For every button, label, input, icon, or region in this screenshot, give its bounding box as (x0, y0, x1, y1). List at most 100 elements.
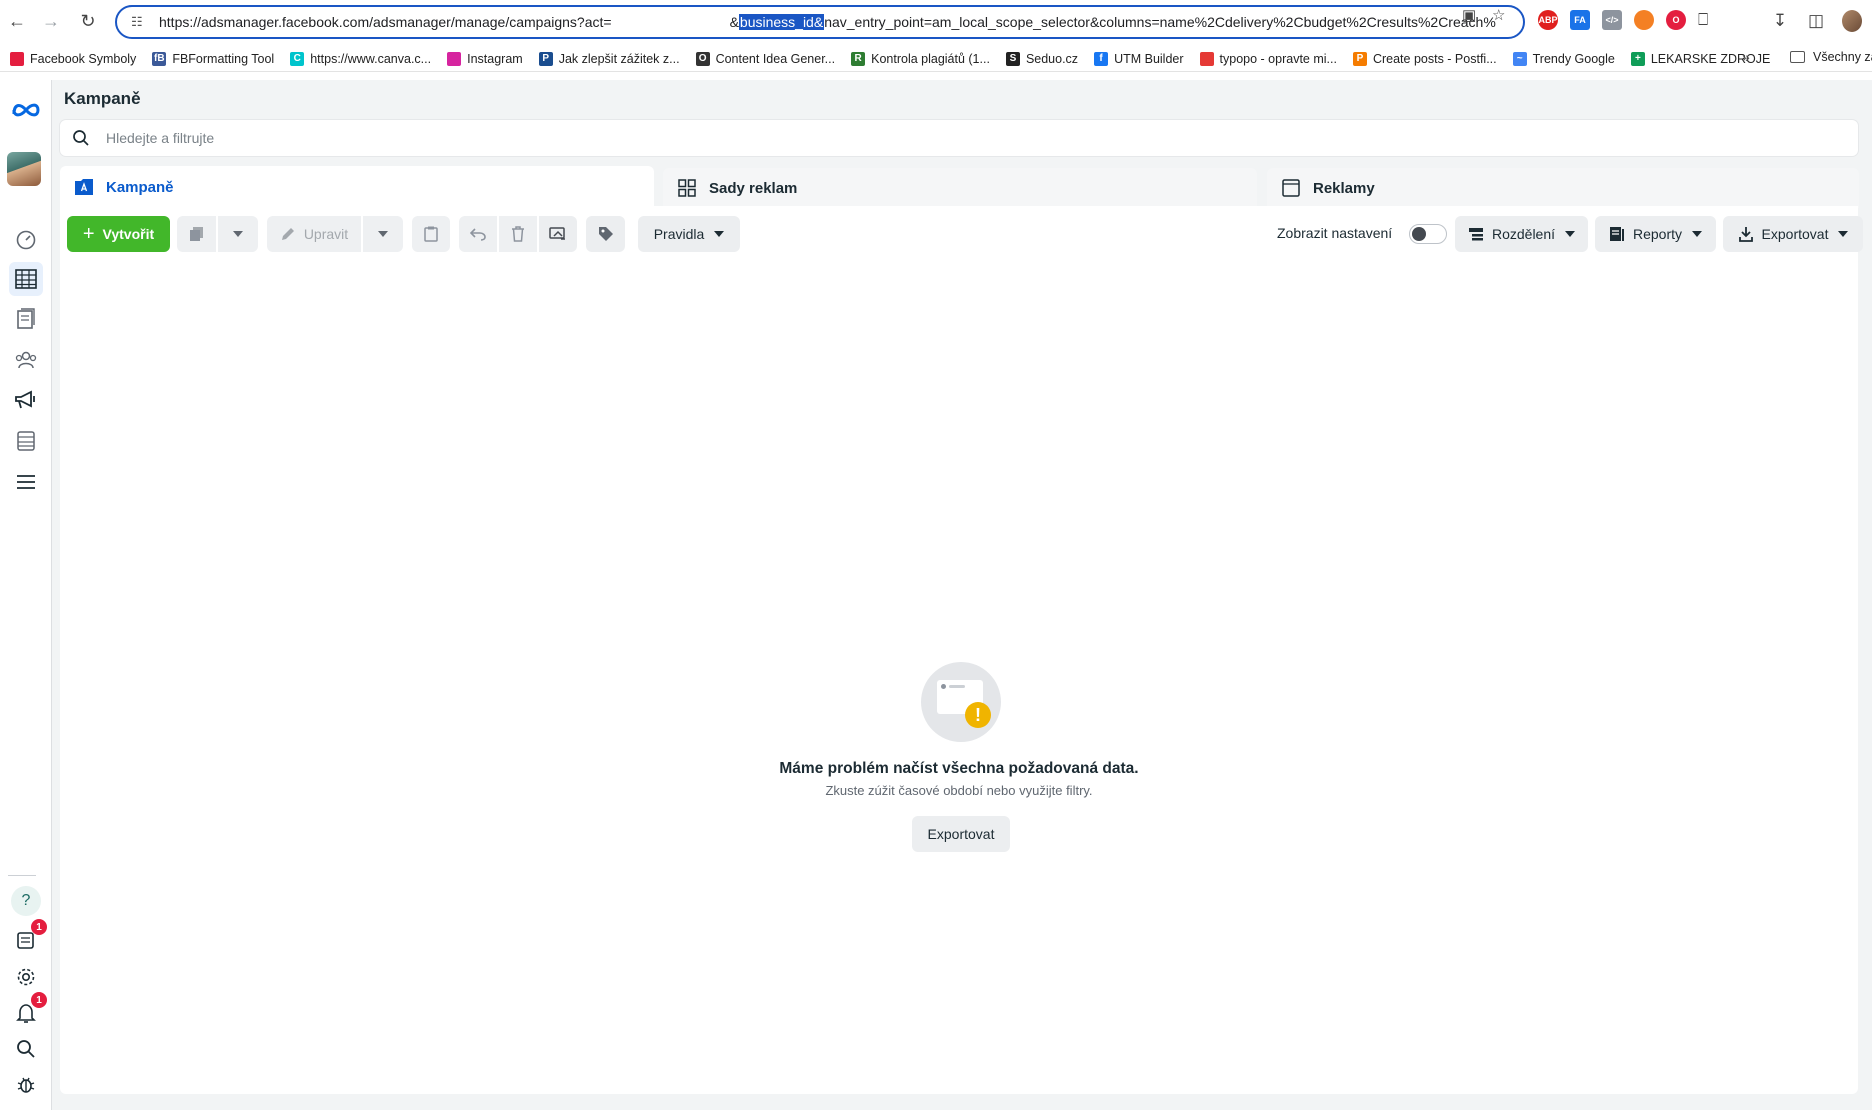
bell-icon[interactable]: 1 (9, 992, 47, 1030)
bookmark-favicon-icon: O (695, 51, 710, 66)
tab-ad-sets[interactable]: Sady reklam (663, 168, 1257, 208)
address-bar[interactable]: ☷ https://adsmanager.facebook.com/adsman… (115, 5, 1525, 39)
settings-gear-icon[interactable] (9, 960, 43, 994)
bookmark-favicon-icon: R (851, 51, 866, 66)
bookmark-item[interactable]: Chttps://www.canva.c... (290, 51, 432, 66)
account-avatar[interactable] (7, 152, 41, 186)
left-navigation: ? 1 1 (0, 80, 52, 1110)
bookmarks-bar: Facebook Symboly fB FBFormatting Tool Chttp… (0, 46, 1872, 72)
bookmark-label: typopo - opravte mi... (1219, 51, 1337, 66)
campaign-folder-icon (74, 177, 94, 197)
bookmark-favicon-icon: P (538, 51, 553, 66)
orange-extension-icon[interactable] (1634, 10, 1654, 30)
side-panel-icon[interactable]: ◫ (1806, 11, 1826, 31)
fa-extension-icon[interactable]: FA (1570, 10, 1590, 30)
adblock-extension-icon[interactable]: ABP (1538, 10, 1558, 30)
audiences-icon[interactable] (9, 343, 43, 377)
tab-ads-label: Reklamy (1313, 179, 1375, 197)
bookmark-favicon-icon: f (1094, 51, 1109, 66)
browser-toolbar: ← → ↻ ☷ https://adsmanager.facebook.com/… (0, 0, 1872, 43)
download-icon[interactable]: ↧ (1770, 11, 1790, 31)
bookmark-item[interactable]: fB FBFormatting Tool (152, 51, 274, 66)
notifications-badge: 1 (31, 919, 47, 935)
bookmark-label: UTM Builder (1114, 51, 1184, 66)
bookmark-favicon-icon (10, 51, 24, 66)
documents-icon[interactable] (9, 302, 43, 336)
notifications-list-icon[interactable]: 1 (9, 919, 47, 957)
bookmark-item[interactable]: Instagram (447, 51, 523, 66)
alerts-badge: 1 (31, 992, 47, 1008)
overview-icon[interactable] (9, 222, 43, 256)
bookmark-favicon-icon: C (290, 51, 305, 66)
opera-extension-icon[interactable]: O (1666, 10, 1686, 30)
search-input[interactable] (106, 130, 1706, 146)
bookmark-favicon-icon: fB (152, 51, 167, 66)
bookmark-item[interactable]: S Seduo.cz (1005, 51, 1079, 66)
search-icon (73, 130, 89, 146)
error-illustration-icon: ! (921, 662, 1001, 742)
tab-ad-sets-label: Sady reklam (709, 179, 798, 197)
empty-state-subtitle: Zkuste zúžit časové období nebo využijte… (825, 783, 1093, 798)
extensions-puzzle-icon[interactable]: ⎕ (1698, 10, 1708, 30)
bookmark-item[interactable]: P Create posts - Postfi... (1352, 51, 1497, 66)
billing-icon[interactable] (9, 424, 43, 458)
bookmark-label: Trendy Google (1532, 51, 1615, 66)
ad-window-icon (1281, 178, 1301, 198)
site-settings-icon[interactable]: ☷ (131, 14, 147, 30)
bookmark-favicon-icon (447, 51, 462, 66)
forward-icon[interactable]: → (40, 10, 62, 32)
empty-state-title: Máme problém načíst všechna požadovaná d… (779, 760, 1139, 777)
bookmark-item[interactable]: Facebook Symboly (10, 51, 137, 66)
search-filter-bar[interactable] (60, 120, 1858, 156)
bookmark-label: Create posts - Postfi... (1372, 51, 1497, 66)
empty-state: ! Máme problém načíst všechna požadovaná… (60, 206, 1858, 1094)
bookmark-item[interactable]: f UTM Builder (1094, 51, 1184, 66)
search-nav-icon[interactable] (9, 1032, 43, 1066)
bookmarks-overflow-icon[interactable]: » (1742, 49, 1750, 65)
bookmark-item[interactable]: O Content Idea Gener... (695, 51, 836, 66)
url-suffix: nav_entry_point=am_local_scope_selector&… (824, 14, 1496, 30)
bookmark-item[interactable]: P Jak zlepšit zážitek z... (538, 51, 680, 66)
bookmark-label: Content Idea Gener... (715, 51, 836, 66)
grid-icon (677, 178, 697, 198)
bookmark-label: Kontrola plagiátů (1... (871, 51, 990, 66)
ads-manager-app: ? 1 1 Kampaně Kampaně (0, 80, 1872, 1110)
bookmark-favicon-icon: P (1352, 51, 1367, 66)
url-selected-text: business_id& (738, 14, 825, 30)
bookmark-item[interactable]: ~ Trendy Google (1512, 51, 1615, 66)
bookmark-item[interactable]: R Kontrola plagiátů (1... (851, 51, 990, 66)
megaphone-icon[interactable] (9, 383, 43, 417)
bookmark-favicon-icon (1199, 51, 1214, 66)
back-icon[interactable]: ← (6, 10, 28, 32)
bookmark-favicon-icon: + (1630, 51, 1645, 66)
bookmark-star-icon[interactable]: ☆ (1492, 8, 1508, 24)
tab-campaigns-label: Kampaně (106, 178, 174, 196)
warning-icon: ! (965, 702, 991, 728)
nav-divider (8, 875, 36, 876)
reload-icon[interactable]: ↻ (77, 10, 99, 32)
bookmark-label: LEKARSKE ZDROJE (1650, 51, 1771, 66)
meta-logo-icon[interactable] (10, 100, 42, 120)
bookmark-label: Facebook Symboly (30, 51, 137, 66)
bug-report-icon[interactable] (9, 1068, 43, 1102)
install-app-icon[interactable]: ▣ (1462, 8, 1478, 24)
tab-campaigns[interactable]: Kampaně (60, 166, 654, 208)
bookmark-favicon-icon: S (1005, 51, 1020, 66)
bookmark-label: Instagram (467, 51, 523, 66)
campaigns-table-icon[interactable] (9, 262, 43, 296)
campaigns-panel: + Vytvořit Upravit Pravidla Zobrazit nas… (60, 206, 1863, 1094)
code-extension-icon[interactable]: </> (1602, 10, 1622, 30)
help-button[interactable]: ? (9, 884, 43, 918)
bookmark-item[interactable]: typopo - opravte mi... (1199, 51, 1337, 66)
page-title: Kampaně (64, 89, 141, 108)
all-bookmarks-folder[interactable]: Všechny zá (1790, 50, 1872, 64)
bookmark-label: Seduo.cz (1025, 51, 1079, 66)
folder-icon (1790, 51, 1805, 63)
menu-icon[interactable] (9, 465, 43, 499)
bookmark-favicon-icon: ~ (1512, 51, 1527, 66)
profile-avatar[interactable] (1842, 10, 1862, 32)
empty-state-export-button[interactable]: Exportovat (912, 816, 1010, 852)
tab-ads[interactable]: Reklamy (1267, 168, 1859, 208)
bookmark-label: https://www.canva.c... (310, 51, 432, 66)
bookmark-label: Jak zlepšit zážitek z... (558, 51, 680, 66)
